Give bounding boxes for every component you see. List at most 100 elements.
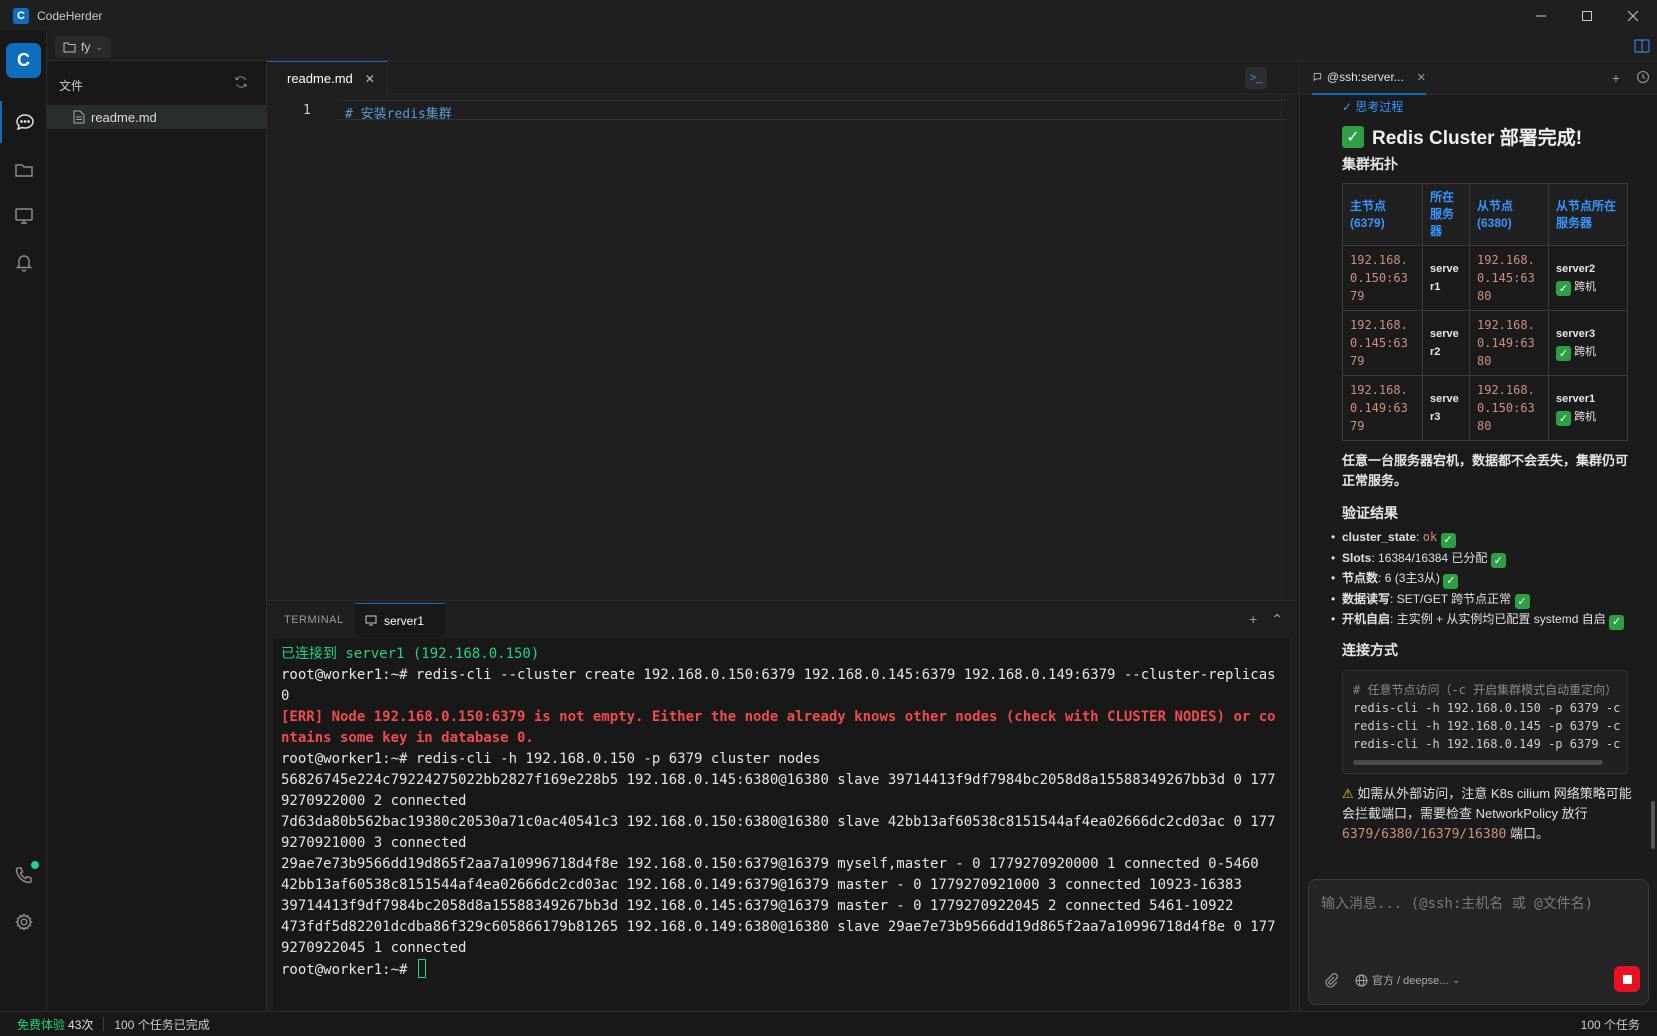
slave-server-cell: server2 ✓ 跨机 xyxy=(1548,245,1628,311)
workspace-picker[interactable]: fy ⌄ xyxy=(55,36,111,58)
list-item: 开机自启: 主实例 + 从实例均已配置 systemd 自启 ✓ xyxy=(1331,609,1634,630)
chevron-down-icon: ⌄ xyxy=(1452,974,1460,985)
code-line: redis-cli -h 192.168.0.150 -p 6379 -c xyxy=(1353,700,1621,715)
terminal-icon: >_ xyxy=(1249,72,1263,84)
avatar[interactable]: C xyxy=(6,43,41,78)
status-divider xyxy=(103,1017,105,1031)
table-header-row: 主节点 (6379) 所在服务器 从节点 (6380) 从节点所在服务器 xyxy=(1342,183,1628,246)
folder-icon xyxy=(63,42,76,53)
monitor-icon xyxy=(14,208,33,224)
model-select[interactable]: 官方 / deepse... ⌄ xyxy=(1355,972,1460,988)
terminal-command: redis-cli --cluster create 192.168.0.150… xyxy=(281,667,1285,704)
file-item-readme[interactable]: readme.md xyxy=(47,105,266,129)
check-icon: ✓ xyxy=(1556,346,1571,362)
terminal-output-line: 7d63da80b562bac19380c20530a71c0ac40541c3… xyxy=(281,814,1276,851)
server-cell: server3 xyxy=(1422,375,1470,441)
slave-server-name: server1 xyxy=(1556,392,1596,405)
app-title: CodeHerder xyxy=(37,8,103,23)
check-icon: ✓ xyxy=(1440,532,1456,548)
paperclip-icon[interactable] xyxy=(1323,972,1339,988)
gear-icon xyxy=(14,913,33,931)
minimize-button[interactable] xyxy=(1518,0,1564,31)
verify-key: cluster_state xyxy=(1342,530,1417,544)
thinking-toggle[interactable]: ✓ 思考过程 xyxy=(1342,98,1634,115)
line-number: 1 xyxy=(303,103,311,118)
check-icon: ✓ xyxy=(1514,594,1530,609)
code-line: redis-cli -h 192.168.0.145 -p 6379 -c xyxy=(1353,718,1621,733)
code-block[interactable]: # 任意节点访问（-c 开启集群模式自动重定向） redis-cli -h 19… xyxy=(1342,669,1628,774)
check-icon: ✓ xyxy=(1490,553,1506,568)
slave-server-cell: server3 ✓ 跨机 xyxy=(1548,310,1628,376)
chevron-up-icon[interactable]: ⌃ xyxy=(1271,611,1283,628)
cross-label: 跨机 xyxy=(1574,345,1597,358)
master-cell: 192.168.0.150:6379 xyxy=(1342,245,1423,311)
status-bar: 免费体验 43次 100 个任务已完成 100 个任务 xyxy=(0,1011,1657,1036)
phone-icon xyxy=(15,867,32,884)
cross-label: 跨机 xyxy=(1574,280,1597,293)
tab-label: readme.md xyxy=(287,71,353,86)
master-cell: 192.168.0.145:6379 xyxy=(1342,310,1423,376)
verify-key: Slots xyxy=(1342,550,1372,565)
activity-calls[interactable] xyxy=(0,854,47,896)
new-chat-icon[interactable]: + xyxy=(1612,70,1620,86)
table-row: 192.168.0.150:6379 server1 192.168.0.145… xyxy=(1342,245,1628,311)
history-icon[interactable] xyxy=(1636,70,1650,84)
code-line[interactable]: # 安装redis集群 xyxy=(337,100,1287,122)
verify-key: 数据读写 xyxy=(1342,591,1391,606)
list-item: 节点数: 6 (3主3从) ✓ xyxy=(1331,568,1634,589)
terminal-output-line: 42bb13af60538c8151544af4ea02666dc2cd03ac… xyxy=(281,877,1242,893)
chat-scrollbar[interactable] xyxy=(1651,801,1655,849)
chevron-down-icon: ⌄ xyxy=(95,41,103,52)
verify-key: 节点数 xyxy=(1342,571,1379,585)
slave-cell: 192.168.0.150:6380 xyxy=(1469,375,1549,441)
terminal-output-line: 39714413f9df7984bc2058d8a15588349267bb3d… xyxy=(281,898,1234,914)
close-window-button[interactable] xyxy=(1610,0,1656,31)
server-cell: server2 xyxy=(1422,310,1470,376)
terminal-output-line: 473fdf5d82201dcdba86f329c605866179b81265… xyxy=(281,919,1276,956)
file-explorer: 文件 readme.md xyxy=(47,61,267,1011)
terminal-cursor xyxy=(417,959,426,978)
chat-icon xyxy=(15,114,34,131)
activity-files[interactable] xyxy=(0,149,47,191)
table-header: 从节点所在服务器 xyxy=(1548,183,1628,246)
chat-tab-ssh-server[interactable]: @ssh:server... ✕ xyxy=(1312,61,1426,95)
chat-panel: @ssh:server... ✕ + ✓ 思考过程 ✓ Redis Cluste… xyxy=(1299,61,1657,1011)
terminal-header: TERMINAL server1 + ⌃ xyxy=(267,600,1295,637)
chat-tab-bar: @ssh:server... ✕ + xyxy=(1300,61,1657,95)
ha-note: 任意一台服务器宕机，数据都不会丢失，集群仍可正常服务。 xyxy=(1342,453,1629,488)
code-editor[interactable]: 1 # 安装redis集群 xyxy=(267,95,1295,600)
stop-button[interactable] xyxy=(1614,966,1640,992)
editor-scrollbar[interactable] xyxy=(1281,95,1295,600)
terminal-output[interactable]: 已连接到 server1 (192.168.0.150) root@worker… xyxy=(273,638,1290,1010)
tasks-completed[interactable]: 100 个任务已完成 xyxy=(114,1016,209,1033)
tab-readme[interactable]: readme.md ✕ xyxy=(267,61,388,95)
close-icon xyxy=(1627,10,1639,21)
warning-note: ⚠ 如需从外部访问，注意 K8s cilium 网络策略可能会拦截端口，需要检查… xyxy=(1342,784,1634,845)
minimize-icon xyxy=(1536,15,1546,16)
code-scrollbar[interactable] xyxy=(1353,759,1603,765)
workspace-bar: fy ⌄ xyxy=(47,31,1657,61)
run-in-terminal-button[interactable]: >_ xyxy=(1245,67,1267,89)
terminal-line-connected: 已连接到 server1 (192.168.0.150) xyxy=(281,646,540,662)
title-bar: C CodeHerder xyxy=(0,0,1657,31)
tasks-count[interactable]: 100 个任务 xyxy=(1581,1016,1640,1033)
add-terminal-icon[interactable]: + xyxy=(1249,611,1257,628)
table-row: 192.168.0.149:6379 server3 192.168.0.150… xyxy=(1342,375,1628,441)
maximize-button[interactable] xyxy=(1564,0,1610,31)
heading-text: Redis Cluster 部署完成! xyxy=(1372,128,1583,149)
activity-settings[interactable] xyxy=(0,901,47,943)
close-tab-icon[interactable]: ✕ xyxy=(1417,71,1426,84)
close-tab-icon[interactable]: ✕ xyxy=(365,72,375,86)
terminal-output-line: 56826745e224c79224275022bb2827f169e228b5… xyxy=(281,772,1276,809)
refresh-icon[interactable] xyxy=(234,75,248,89)
chat-messages[interactable]: ✓ 思考过程 ✓ Redis Cluster 部署完成! 集群拓扑 主节点 (6… xyxy=(1300,95,1657,901)
terminal-tab-server1[interactable]: server1 xyxy=(355,603,445,637)
trial-label[interactable]: 免费体验 xyxy=(17,1016,65,1033)
split-layout-icon[interactable] xyxy=(1633,37,1651,55)
activity-chat[interactable] xyxy=(0,101,47,143)
verify-value: SET/GET 跨节点正常 xyxy=(1396,591,1512,606)
check-icon: ✓ xyxy=(1342,125,1364,148)
activity-servers[interactable] xyxy=(0,195,47,237)
chat-input[interactable] xyxy=(1321,892,1631,916)
activity-notifications[interactable] xyxy=(0,241,47,283)
